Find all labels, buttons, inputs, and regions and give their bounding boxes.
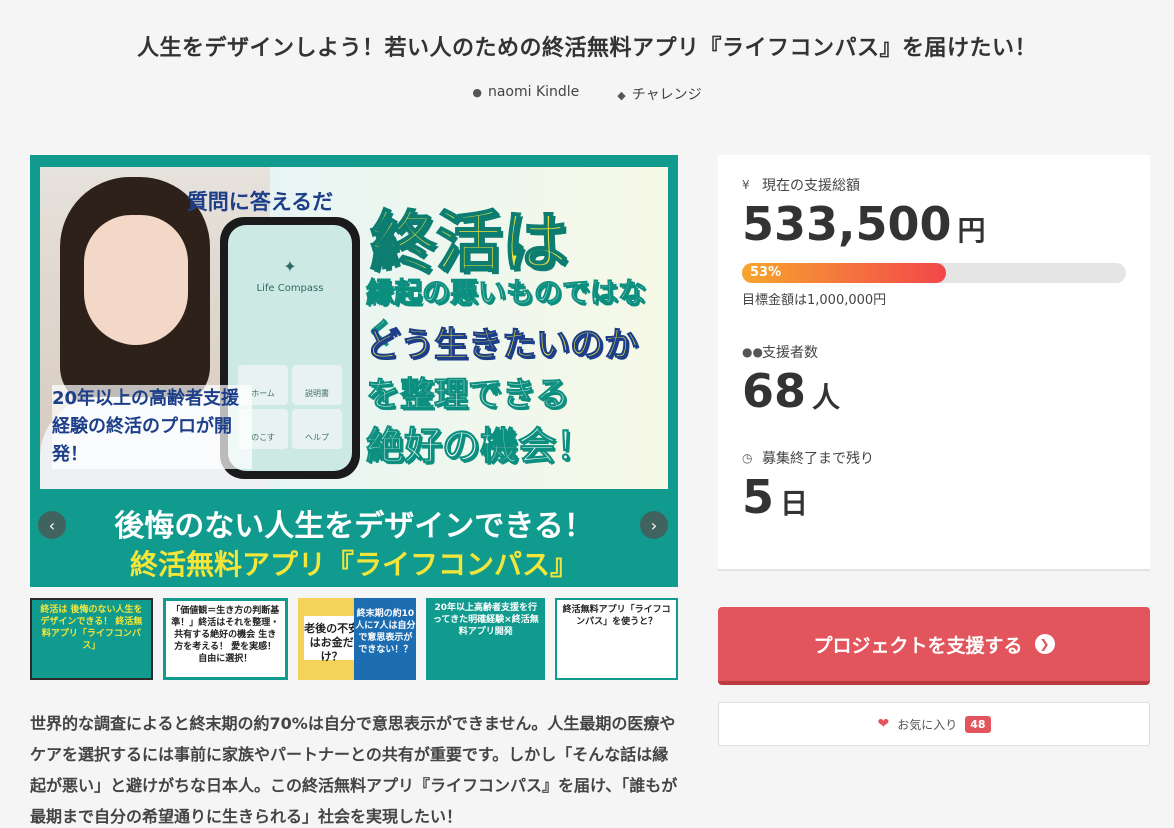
remaining-label: ◷ 募集終了まで残り [742,451,874,467]
thumbnail-strip: 終活は 後悔のない人生をデザインできる！ 終活無料アプリ「ライフコンパス」 「価… [30,598,678,682]
tag-icon: ◆ [617,89,626,102]
supporters-count: 68 人 [742,364,841,418]
hero-line-5: 絶好の機会！ [365,424,595,469]
users-icon: ●● [742,345,763,359]
compass-icon: ✦ [283,257,297,276]
project-meta: ● naomi Kindle ◆ チャレンジ [0,84,1174,104]
arrow-right-icon: ❯ [1034,634,1055,654]
project-description: 世界的な調査によると終末期の約70%は自分で意思表示ができません。人生最期の医療… [30,714,678,826]
thumbnail-1[interactable]: 終活は 後悔のない人生をデザインできる！ 終活無料アプリ「ライフコンパス」 [30,598,153,680]
hero-bottom-text: 後悔のない人生をデザインできる！ [114,509,594,544]
page-title: 人生をデザインしよう！若い人のための終活無料アプリ『ライフコンパス』を届けたい！ [136,36,1037,61]
support-project-button[interactable]: プロジェクトを支援する ❯ [718,607,1150,685]
carousel-next-button[interactable]: › [640,511,668,539]
remaining-days: 5日 [742,470,809,524]
hero-left-text: 20年以上の高齢者支援経験の終活のプロが開発！ [52,385,252,469]
total-amount: 533,500 円 [742,197,986,251]
clock-icon: ◷ [742,451,753,465]
favorite-button[interactable]: ❤ お気に入り 48 [718,702,1150,746]
app-name: Life Compass [256,283,324,294]
user-icon: ● [472,86,482,99]
supporters-label: ●● 支援者数 [742,345,818,361]
hero-line-3: どう生きたいのか [366,325,639,366]
thumbnail-2[interactable]: 「価値観＝生き方の判断基準！」終活はそれを整理・共有する絶好の機会 生き方を考え… [162,598,288,680]
heart-icon: ❤ [877,716,890,732]
app-help-button: ヘルプ [292,409,342,449]
favorite-count: 48 [965,715,991,733]
thumbnail-4[interactable]: 20年以上高齢者支援を行ってきた明確経験×終活無料アプリ開発 [426,598,546,680]
hero-visual: 質問に答えるだけ！ ✦ Life Compass ホーム 説明書 のこす ヘルプ… [40,167,668,489]
thumbnail-5[interactable]: 終活無料アプリ「ライフコンパス」を使うと？ [555,598,678,680]
progress-fill: 53% [742,263,946,283]
hero-bottom-appname: 終活無料アプリ『ライフコンパス』 [129,548,578,581]
goal-amount: 目標金額は1,000,000円 [742,293,887,308]
progress-bar: 53% [742,263,1126,283]
yen-icon: ¥ [742,178,750,192]
hero-image: 質問に答えるだけ！ ✦ Life Compass ホーム 説明書 のこす ヘルプ… [30,155,678,587]
hero-line-4: を整理できる [365,375,570,416]
carousel-prev-button[interactable]: ‹ [38,511,66,539]
category-tag[interactable]: ◆ チャレンジ [617,84,701,104]
author-link[interactable]: ● naomi Kindle [472,84,579,104]
total-label: ¥ 現在の支援総額 [742,178,860,194]
funding-stats-panel: ¥ 現在の支援総額 533,500 円 53% 目標金額は1,000,000円 ●●… [718,155,1150,569]
thumbnail-3[interactable]: 老後の不安はお金だけ？ 終末期の約10人に7人は自分で意思表示ができない！？ [297,598,417,680]
app-manual-button: 説明書 [292,365,342,405]
